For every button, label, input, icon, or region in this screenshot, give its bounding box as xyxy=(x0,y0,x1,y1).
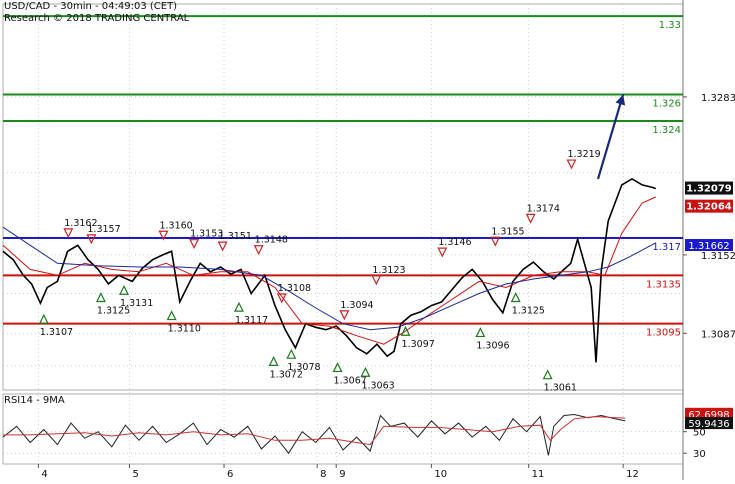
swing-low-marker xyxy=(268,356,279,366)
chart-root: 1.3283 1.3152 1.3087 4 5 6 8 9 10 11 12 1.33 1.326 1.… xyxy=(0,0,735,480)
rsi-value-tag-label: 59.9436 xyxy=(688,419,729,430)
swing-low-label: 1.3125 xyxy=(512,305,545,316)
day-tick-label: 11 xyxy=(532,469,545,480)
swing-high-marker xyxy=(189,239,200,250)
swing-low-marker xyxy=(542,369,553,380)
swing-high-marker xyxy=(339,310,350,321)
swing-high-label: 1.3094 xyxy=(340,300,373,311)
swing-low-label: 1.3096 xyxy=(476,340,509,351)
swing-low-marker xyxy=(475,327,486,338)
price-tick-label: 1.3152 xyxy=(701,251,735,262)
swing-high-label: 1.3174 xyxy=(527,203,560,214)
swing-high-marker xyxy=(525,213,536,224)
day-tick-label: 4 xyxy=(41,469,47,480)
day-tick-label: 8 xyxy=(320,469,326,480)
swing-high-label: 1.3219 xyxy=(567,149,600,160)
chart-credit: Research © 2018 TRADING CENTRAL xyxy=(4,13,190,24)
resistance-level-label: 1.324 xyxy=(652,125,681,136)
rsi-panel-title: RSI14 - 9MA xyxy=(4,395,65,406)
swing-high-marker xyxy=(63,228,74,239)
support-level-label: 1.3135 xyxy=(646,279,681,290)
swing-high-label: 1.3160 xyxy=(159,220,192,231)
swing-high-label: 1.3146 xyxy=(438,237,471,248)
last-price-tag-label: 1.32079 xyxy=(686,184,732,195)
swing-low-label: 1.3110 xyxy=(168,324,201,335)
swing-low-label: 1.3063 xyxy=(361,380,394,391)
swing-high-marker xyxy=(371,275,382,286)
price-tick-label: 1.3087 xyxy=(701,329,735,340)
swing-low-marker xyxy=(233,301,244,312)
swing-low-marker xyxy=(95,292,106,303)
swing-high-marker xyxy=(217,241,228,252)
resistance-level-label: 1.33 xyxy=(659,20,681,31)
swing-high-label: 1.3151 xyxy=(219,231,252,242)
swing-high-label: 1.3148 xyxy=(255,235,288,246)
price-chart: 1.3283 1.3152 1.3087 4 5 6 8 9 10 11 12 1.33 1.326 1.… xyxy=(2,0,735,480)
swing-high-marker xyxy=(566,159,577,170)
swing-high-marker xyxy=(253,245,264,256)
rsi-series-line xyxy=(2,413,626,456)
swing-low-label: 1.3117 xyxy=(235,315,268,326)
rsi-tick-label: 30 xyxy=(693,449,706,460)
forecast-arrow-line xyxy=(596,94,625,180)
swing-low-marker xyxy=(166,310,177,321)
swing-low-label: 1.3078 xyxy=(287,362,320,373)
pivot-value-tag-label: 1.31662 xyxy=(688,241,729,252)
support-level-label: 1.3095 xyxy=(646,328,681,339)
swing-high-label: 1.3155 xyxy=(491,226,524,237)
day-tick-label: 10 xyxy=(434,469,447,480)
swing-high-label: 1.3157 xyxy=(87,224,120,235)
chart-title: USD/CAD - 30min - 04:49:03 (CET) xyxy=(4,1,178,12)
swing-low-label: 1.3097 xyxy=(402,339,435,350)
day-tick-label: 9 xyxy=(339,469,345,480)
swing-low-marker xyxy=(38,313,49,324)
swing-high-label: 1.3108 xyxy=(278,283,311,294)
swing-low-marker xyxy=(332,362,343,373)
day-tick-label: 5 xyxy=(132,469,138,480)
swing-low-marker xyxy=(510,292,521,303)
day-tick-label: 6 xyxy=(227,469,233,480)
pivot-level-label: 1.317 xyxy=(652,242,681,253)
swing-low-marker xyxy=(119,284,130,295)
ma_fast-series-line xyxy=(2,196,657,345)
resistance-level-label: 1.326 xyxy=(652,98,681,109)
swing-low-marker xyxy=(286,348,297,359)
last-ma-tag-label: 1.32064 xyxy=(686,202,732,213)
swing-low-label: 1.3107 xyxy=(40,327,73,338)
swing-high-label: 1.3123 xyxy=(372,265,405,276)
price-tick-label: 1.3283 xyxy=(701,93,735,104)
rsi_ma-series-line xyxy=(3,416,626,446)
swing-low-label: 1.3061 xyxy=(544,383,577,394)
day-tick-label: 12 xyxy=(626,469,639,480)
swing-low-label: 1.3131 xyxy=(120,298,153,309)
